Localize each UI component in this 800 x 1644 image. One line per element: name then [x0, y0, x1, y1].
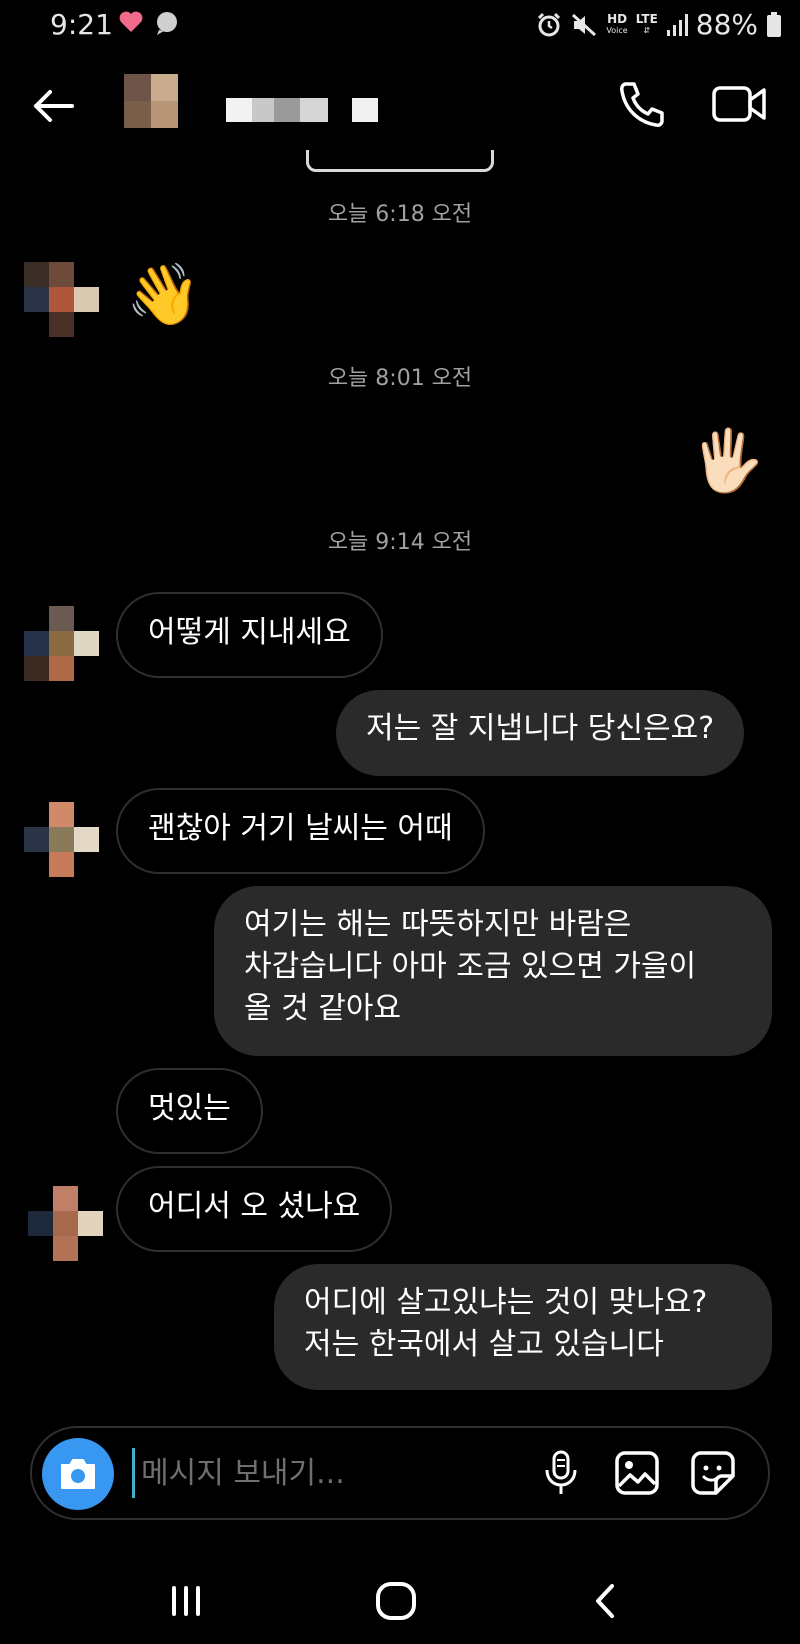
timestamp: 오늘 8:01 오전 — [327, 366, 473, 391]
message-input[interactable] — [132, 1448, 552, 1498]
phone-icon — [620, 82, 664, 127]
timestamp: 오늘 6:18 오전 — [327, 202, 473, 227]
lte-badge: LTE ⇵ — [635, 11, 658, 35]
back-arrow-icon — [34, 90, 74, 122]
battery-percent: 88% — [695, 8, 758, 41]
camera-icon — [61, 1459, 95, 1489]
alarm-icon — [536, 12, 562, 38]
voice-message-button[interactable] — [536, 1448, 586, 1498]
message-line: 어디에 살고있냐는 것이 맞나요? — [304, 1285, 708, 1320]
lte-label: LTE — [635, 11, 658, 26]
hd-label: HD — [607, 11, 628, 26]
chat-header — [0, 60, 800, 150]
message-line: 올 것 같아요 — [244, 991, 402, 1026]
home-icon — [376, 1582, 416, 1620]
incoming-message[interactable]: 괜찮아 거기 날씨는 어때 — [116, 788, 485, 874]
back-button[interactable] — [28, 80, 80, 132]
voice-call-button[interactable] — [616, 78, 668, 130]
chat-bubble-icon — [154, 10, 180, 40]
status-bar: 9:21 HD Voice LTE ⇵ 88% — [0, 0, 800, 50]
heart-icon — [118, 10, 144, 38]
sticker-icon — [691, 1451, 735, 1495]
sticker-button[interactable] — [688, 1448, 738, 1498]
home-button[interactable] — [366, 1576, 426, 1626]
recent-apps-button[interactable] — [156, 1576, 216, 1626]
incoming-message[interactable]: 어디서 오 셨나요 — [116, 1166, 393, 1252]
nav-back-button[interactable] — [576, 1576, 636, 1626]
message-composer — [30, 1426, 770, 1520]
system-nav-bar — [0, 1560, 800, 1644]
status-icons: HD Voice LTE ⇵ 88% — [536, 8, 782, 41]
wave-emoji-message[interactable]: 👋 — [126, 260, 201, 330]
battery-icon — [766, 11, 782, 38]
shared-post-card-edge[interactable] — [306, 150, 494, 172]
gallery-button[interactable] — [612, 1448, 662, 1498]
contact-avatar-small[interactable] — [24, 262, 100, 338]
outgoing-message[interactable]: 여기는 해는 따뜻하지만 바람은 차갑습니다 아마 조금 있으면 가을이 올 것… — [214, 886, 772, 1056]
message-line: 차갑습니다 아마 조금 있으면 가을이 — [244, 949, 697, 984]
incoming-message[interactable]: 어떻게 지내세요 — [116, 592, 383, 678]
microphone-icon — [545, 1450, 577, 1494]
contact-avatar-small[interactable] — [24, 606, 100, 682]
message-thread[interactable]: 오늘 6:18 오전 👋 오늘 8:01 오전 🖐🏻 오늘 9:14 오전 어떻… — [0, 150, 800, 1410]
contact-avatar-small[interactable] — [28, 1186, 104, 1262]
timestamp: 오늘 9:14 오전 — [327, 530, 473, 555]
gallery-icon — [615, 1451, 659, 1495]
signal-icon — [666, 13, 688, 37]
video-call-button[interactable] — [710, 78, 770, 130]
video-camera-icon — [712, 86, 766, 122]
back-icon — [596, 1584, 614, 1618]
raised-hand-emoji-message[interactable]: 🖐🏻 — [690, 426, 765, 496]
hd-voice-badge: HD Voice — [606, 11, 628, 36]
contact-name-redacted[interactable] — [226, 98, 378, 122]
incoming-message[interactable]: 멋있는 — [116, 1068, 263, 1154]
recent-apps-icon — [172, 1586, 200, 1616]
contact-avatar[interactable] — [124, 74, 178, 128]
message-line: 저는 한국에서 살고 있습니다 — [304, 1327, 664, 1362]
camera-button[interactable] — [42, 1438, 114, 1510]
mute-icon — [570, 12, 598, 38]
message-line: 여기는 해는 따뜻하지만 바람은 — [244, 907, 632, 942]
status-time: 9:21 — [50, 8, 113, 41]
outgoing-message[interactable]: 저는 잘 지냅니다 당신은요? — [336, 690, 745, 776]
outgoing-message[interactable]: 어디에 살고있냐는 것이 맞나요? 저는 한국에서 살고 있습니다 — [274, 1264, 772, 1390]
contact-avatar-small[interactable] — [24, 802, 100, 878]
hd-sub-label: Voice — [606, 25, 628, 35]
